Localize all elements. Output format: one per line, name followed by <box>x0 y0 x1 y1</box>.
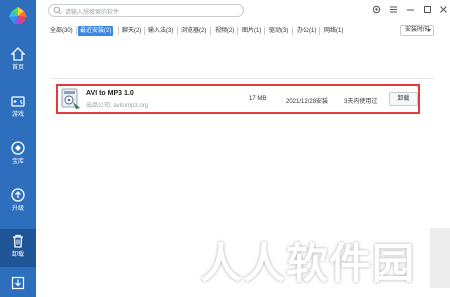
settings-icon[interactable] <box>371 4 382 15</box>
search-input[interactable]: 请输入想搜索的软件 <box>48 4 244 17</box>
menu-icon[interactable] <box>388 4 399 15</box>
minimize-icon[interactable] <box>405 4 416 15</box>
watermark-backdrop <box>430 228 450 288</box>
tab-separator <box>118 27 119 35</box>
app-logo-icon <box>9 7 27 24</box>
app-name: AVI to MP3 1.0 <box>86 90 134 97</box>
tab-image[interactable]: 图片(1) <box>242 26 261 36</box>
app-publisher: 出品公司: avitomp3.org <box>86 103 149 109</box>
search-placeholder: 请输入想搜索的软件 <box>65 10 120 16</box>
tab-separator <box>210 27 211 35</box>
sidebar-item-home[interactable]: 首页 <box>0 42 36 82</box>
tab-separator <box>319 27 320 35</box>
uninstall-button[interactable]: 卸载 <box>389 92 418 106</box>
tab-separator <box>237 27 238 35</box>
top-bar: 请输入想搜索的软件 <box>36 0 450 20</box>
sidebar-item-label: 宝库 <box>11 159 24 165</box>
list-item[interactable]: AVI to MP3 1.0 出品公司: avitomp3.org 17 MB … <box>56 84 420 114</box>
sidebar-item-upgrade[interactable]: 升级 <box>0 183 36 223</box>
tab-recent[interactable]: 最近安装(2) <box>78 26 114 36</box>
sidebar-item-uninstall[interactable]: 卸载 <box>0 229 36 267</box>
watermark-text: 人人软件园 <box>200 240 416 287</box>
tab-separator <box>264 27 265 35</box>
app-icon <box>61 88 80 109</box>
sidebar-item-label: 首页 <box>11 65 24 71</box>
upgrade-icon <box>11 188 25 202</box>
sidebar-item-label: 游戏 <box>11 112 24 118</box>
sidebar-item-treasure[interactable]: 宝库 <box>0 136 36 176</box>
sidebar-item-label: 卸载 <box>11 252 24 258</box>
tab-separator <box>144 27 145 35</box>
tab-driver[interactable]: 驱动(3) <box>269 26 288 36</box>
treasure-icon <box>11 141 25 155</box>
tab-separator <box>76 27 77 35</box>
sidebar-item-download[interactable] <box>0 272 36 296</box>
close-icon[interactable] <box>438 4 449 15</box>
trash-icon <box>13 234 23 248</box>
tab-separator <box>177 27 178 35</box>
tab-input-method[interactable]: 输入法(3) <box>148 26 173 36</box>
install-date: 2021/12/28安装 <box>286 99 329 105</box>
download-icon <box>11 276 25 290</box>
search-icon <box>53 6 62 15</box>
divider <box>50 78 434 79</box>
app-size: 17 MB <box>249 96 267 102</box>
tab-video[interactable]: 视频(2) <box>215 26 234 36</box>
tab-office[interactable]: 办公(1) <box>297 26 316 36</box>
sidebar: 首页 游戏 宝库 升级 卸载 <box>0 0 36 297</box>
category-tabs: 全部(30) 最近安装(2) 聊天(2) 输入法(3) 浏览器(2) 视频(2)… <box>36 24 450 38</box>
tab-separator <box>292 27 293 35</box>
tab-network[interactable]: 网络(1) <box>324 26 343 36</box>
sidebar-item-label: 升级 <box>11 206 24 212</box>
sort-dropdown-label: 安装时间 <box>405 27 430 33</box>
tab-chat[interactable]: 聊天(2) <box>122 26 141 36</box>
tab-all[interactable]: 全部(30) <box>50 26 73 36</box>
tab-browser[interactable]: 浏览器(2) <box>181 26 206 36</box>
sidebar-item-games[interactable]: 游戏 <box>0 89 36 129</box>
sort-dropdown[interactable]: 安装时间 <box>400 25 434 36</box>
maximize-icon[interactable] <box>422 4 433 15</box>
gamepad-icon <box>11 96 25 107</box>
home-icon <box>10 47 26 61</box>
usage-status: 3天内使用过 <box>344 99 378 105</box>
chevron-down-icon <box>427 29 431 32</box>
